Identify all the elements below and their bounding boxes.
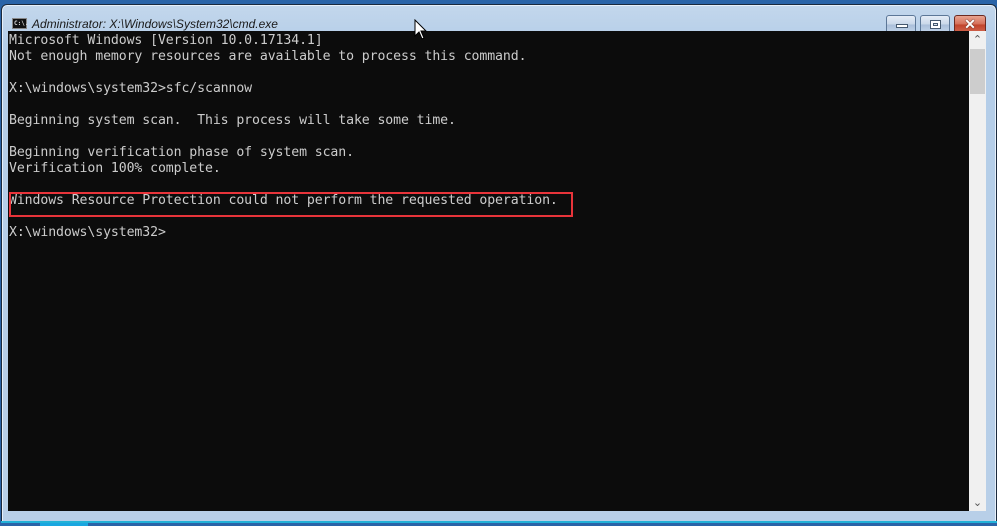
- error-highlight-box: [9, 192, 573, 217]
- scroll-up-icon[interactable]: ⌃: [969, 31, 986, 48]
- maximize-icon: [930, 20, 941, 29]
- console-line: Not enough memory resources are availabl…: [9, 49, 527, 64]
- console-line: Verification 100% complete.: [9, 161, 221, 176]
- console-line: Beginning system scan. This process will…: [9, 113, 456, 128]
- scroll-down-icon[interactable]: ⌄: [969, 494, 986, 511]
- console-line: X:\windows\system32>: [9, 225, 166, 240]
- mouse-cursor-icon: [414, 19, 428, 40]
- minimize-icon: [896, 24, 908, 28]
- window-bottom-border: [1, 521, 997, 523]
- cmd-app-icon[interactable]: C:\.: [12, 18, 28, 29]
- console-line: Beginning verification phase of system s…: [9, 145, 354, 160]
- scrollbar-thumb[interactable]: [970, 49, 985, 94]
- vertical-scrollbar[interactable]: ⌃ ⌄: [969, 31, 986, 511]
- console-line: X:\windows\system32>sfc/scannow: [9, 81, 253, 96]
- console-output[interactable]: Microsoft Windows [Version 10.0.17134.1]…: [8, 31, 969, 511]
- console-line: Microsoft Windows [Version 10.0.17134.1]: [9, 33, 323, 48]
- window-title: Administrator: X:\Windows\System32\cmd.e…: [32, 17, 278, 31]
